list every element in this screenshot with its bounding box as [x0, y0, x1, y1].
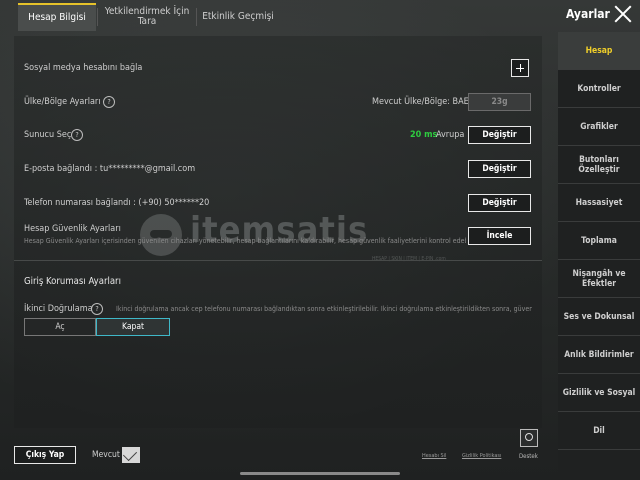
- tab-activity-history[interactable]: Etkinlik Geçmişi: [198, 3, 278, 31]
- security-title: Hesap Güvenlik Ayarları: [24, 224, 121, 234]
- security-review-button[interactable]: İncele: [468, 227, 531, 245]
- help-icon[interactable]: ?: [71, 129, 83, 141]
- top-tab-bar: Hesap Bilgisi Yetkilendirmek İçin Tara E…: [0, 0, 560, 32]
- sidebar-item-graphics[interactable]: Grafikler: [558, 108, 640, 146]
- server-label: Sunucu Seç: [24, 130, 72, 140]
- twofa-label: İkinci Doğrulama: [24, 304, 93, 314]
- phone-change-button[interactable]: Değiştir: [468, 194, 531, 212]
- privacy-policy-link[interactable]: Gizlilik Politikası: [462, 453, 501, 459]
- login-protection-title: Giriş Koruması Ayarları: [24, 276, 121, 287]
- home-indicator: [240, 472, 400, 475]
- email-change-button[interactable]: Değiştir: [468, 160, 531, 178]
- delete-account-link[interactable]: Hesabı Sil: [422, 453, 446, 459]
- sidebar-item-account[interactable]: Hesap: [558, 32, 640, 70]
- twofa-description: İkinci doğrulama ancak cep telefonu numa…: [116, 305, 532, 313]
- settings-title: Ayarlar: [566, 7, 610, 21]
- close-icon[interactable]: [612, 3, 634, 25]
- support-icon[interactable]: [520, 429, 538, 447]
- twofa-on-option[interactable]: Aç: [24, 318, 96, 336]
- sidebar-item-controls[interactable]: Kontroller: [558, 70, 640, 108]
- section-divider: [14, 260, 542, 261]
- sidebar-item-notifications[interactable]: Anlık Bildirimler: [558, 336, 640, 374]
- email-bound-label: E-posta bağlandı : tu*********@gmail.com: [24, 164, 196, 174]
- tab-divider: [97, 8, 98, 26]
- mail-icon[interactable]: [122, 447, 140, 463]
- region-label: Ülke/Bölge Ayarları: [24, 97, 101, 107]
- sidebar-item-audio-haptics[interactable]: Ses ve Dokunsal: [558, 298, 640, 336]
- server-name: Avrupa: [436, 130, 465, 140]
- mevcut-label: Mevcut: [92, 450, 120, 460]
- sidebar-item-scope-effects[interactable]: Nişangâh ve Efektler: [558, 260, 640, 298]
- twofa-off-option[interactable]: Kapat: [96, 318, 170, 336]
- help-icon[interactable]: ?: [91, 303, 103, 315]
- sidebar-item-privacy-social[interactable]: Gizlilik ve Sosyal: [558, 374, 640, 412]
- settings-sidebar: Hesap Kontroller Grafikler Butonları Öze…: [558, 32, 640, 480]
- server-ping: 20 ms: [410, 130, 438, 140]
- current-region-text: Mevcut Ülke/Bölge: BAE: [372, 97, 469, 107]
- tab-divider: [196, 8, 197, 26]
- phone-bound-label: Telefon numarası bağlandı : (+90) 50****…: [24, 198, 210, 208]
- sidebar-item-language[interactable]: Dil: [558, 412, 640, 450]
- tab-scan-authorize[interactable]: Yetkilendirmek İçin Tara: [100, 3, 194, 31]
- watermark-subtext: HESAP | SKIN | ITEM | E-PIN .com: [372, 256, 446, 262]
- logout-button[interactable]: Çıkış Yap: [14, 446, 76, 464]
- support-label[interactable]: Destek: [519, 453, 538, 460]
- watermark-logo-icon: [140, 214, 182, 256]
- tab-account-info[interactable]: Hesap Bilgisi: [18, 3, 96, 31]
- sidebar-item-customize-buttons[interactable]: Butonları Özelleştir: [558, 146, 640, 184]
- sidebar-item-sensitivity[interactable]: Hassasiyet: [558, 184, 640, 222]
- social-link-label: Sosyal medya hesabını bağla: [24, 63, 143, 73]
- sidebar-item-pickup[interactable]: Toplama: [558, 222, 640, 260]
- help-icon[interactable]: ?: [103, 96, 115, 108]
- security-description: Hesap Güvenlik Ayarları içerisinden güve…: [24, 237, 466, 245]
- add-social-button[interactable]: [511, 59, 529, 77]
- region-change-button[interactable]: 23g: [468, 93, 531, 111]
- server-change-button[interactable]: Değiştir: [468, 126, 531, 144]
